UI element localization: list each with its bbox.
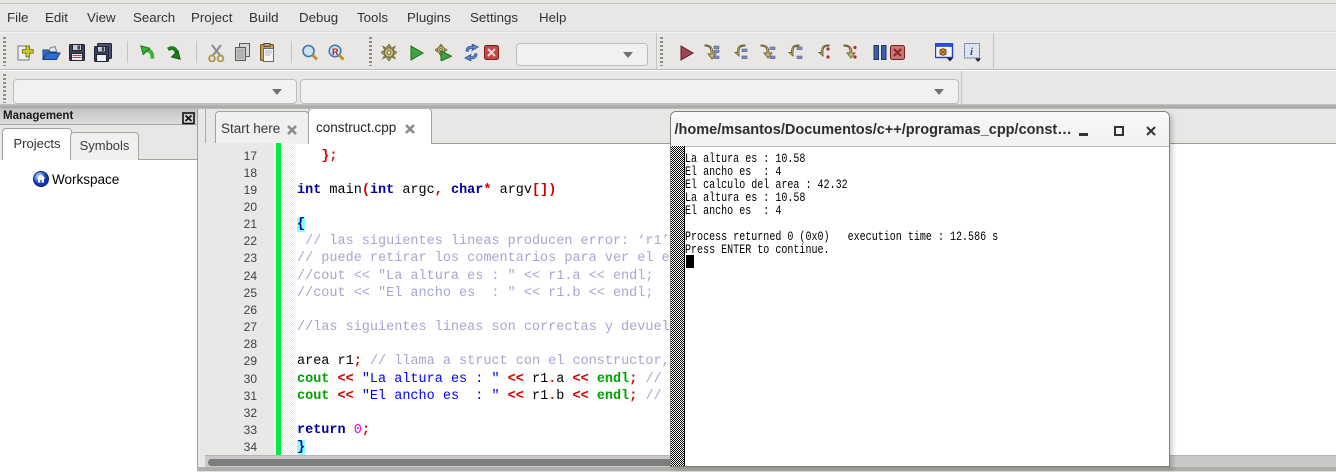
svg-text:R: R: [332, 47, 339, 57]
